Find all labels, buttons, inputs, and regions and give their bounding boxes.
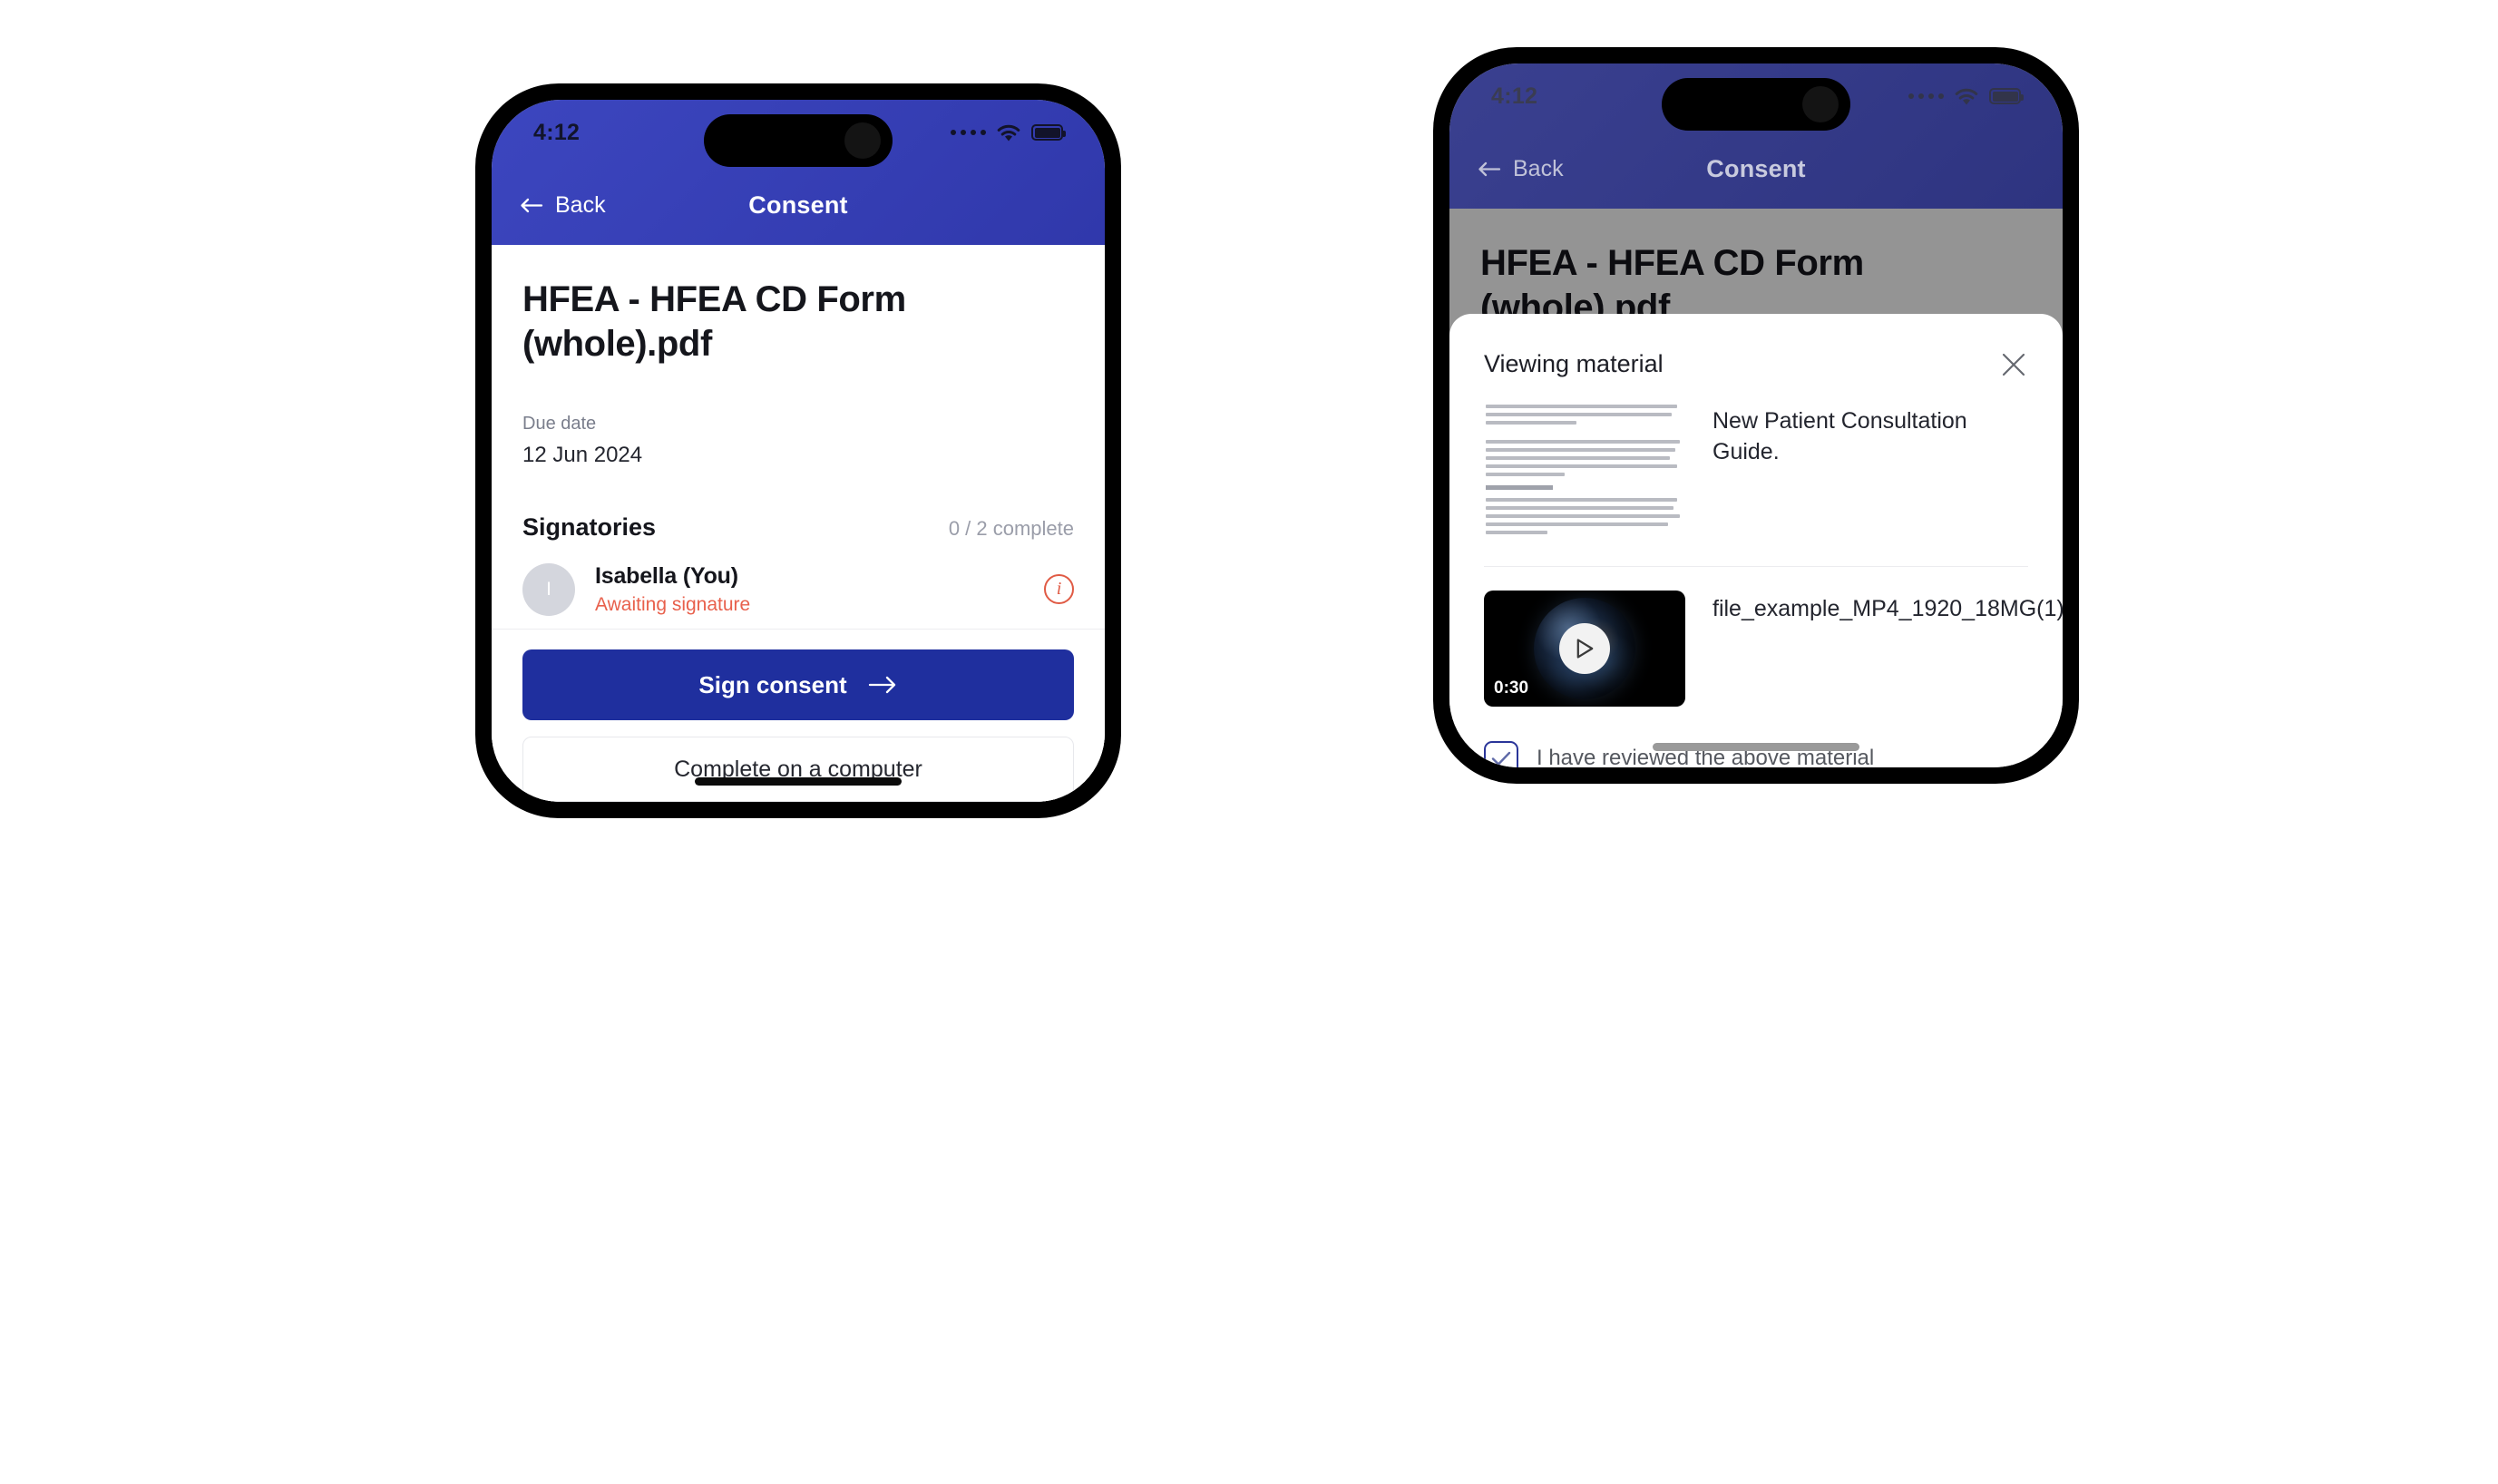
signal-dots-icon — [951, 130, 986, 135]
page-title: Consent — [748, 190, 848, 219]
back-button-label: Back — [555, 191, 606, 218]
home-indicator — [1653, 743, 1859, 751]
nav-bar: Back Consent — [492, 165, 1105, 245]
camera-lens-icon — [1802, 86, 1839, 122]
nav-header: 4:12 Back Consent — [492, 100, 1105, 245]
video-duration: 0:30 — [1494, 679, 1529, 698]
list-item[interactable]: New Patient Consultation Guide. — [1484, 379, 2028, 566]
phone-right-screen: 4:12 Back Consent HFEA - HFEA CD Form (w… — [1449, 63, 2063, 767]
list-item[interactable]: 0:30 file_example_MP4_1920_18MG(1).mp4 — [1484, 566, 2063, 728]
sign-consent-button[interactable]: Sign consent — [522, 649, 1074, 720]
avatar: I — [522, 562, 575, 616]
wifi-icon — [997, 124, 1020, 141]
review-checkbox[interactable] — [1484, 741, 1518, 767]
phone-left-screen: 4:12 Back Consent HFEA - HFEA CD Form (w… — [492, 100, 1105, 802]
dynamic-island — [704, 114, 893, 167]
due-date-label: Due date — [522, 413, 597, 434]
status-icons — [1908, 87, 2024, 106]
signatories-progress: 0 / 2 complete — [948, 516, 1074, 540]
info-circle-icon[interactable]: i — [1044, 574, 1074, 605]
lorem-lines — [1486, 405, 1683, 544]
status-icons — [951, 123, 1066, 142]
document-title: HFEA - HFEA CD Form (whole).pdf — [522, 279, 906, 364]
status-bar: 4:12 — [492, 100, 1105, 167]
material-name: New Patient Consultation Guide. — [1712, 408, 1967, 464]
back-button-label: Back — [1513, 155, 1564, 181]
wifi-icon — [1955, 88, 1978, 104]
checkmark-icon — [1491, 751, 1511, 766]
signal-dots-icon — [1908, 93, 1944, 99]
play-icon[interactable] — [1559, 623, 1610, 674]
due-date-value: 12 Jun 2024 — [522, 442, 643, 467]
camera-lens-icon — [844, 122, 881, 159]
signatory-texts: Isabella (You) Awaiting signature — [595, 563, 1044, 616]
signatory-name: Isabella (You) — [595, 562, 738, 589]
material-name: file_example_MP4_1920_18MG(1).mp4 — [1712, 596, 2063, 621]
document-thumbnail — [1484, 403, 1685, 544]
battery-icon — [1031, 124, 1066, 141]
phone-right: 4:12 Back Consent HFEA - HFEA CD Form (w… — [1433, 47, 2079, 784]
dynamic-island — [1662, 78, 1850, 131]
status-badge: Awaiting signature — [595, 593, 751, 615]
back-button[interactable]: Back — [1477, 156, 1564, 182]
close-icon[interactable] — [1999, 350, 2028, 379]
status-clock: 4:12 — [1491, 83, 1538, 109]
nav-bar: Back Consent — [1449, 129, 2063, 209]
arrow-left-icon — [521, 198, 543, 212]
arrow-left-icon — [1478, 161, 1501, 176]
page-title: Consent — [1706, 154, 1806, 182]
table-row[interactable]: I Isabella (You) Awaiting signature i — [522, 542, 1074, 636]
signatories-header: Signatories 0 / 2 complete — [522, 513, 1074, 542]
status-clock: 4:12 — [533, 119, 581, 145]
status-bar: 4:12 — [1449, 63, 2063, 131]
footer-actions: Sign consent Complete on a computer — [492, 629, 1105, 802]
modal-header: Viewing material — [1484, 350, 2028, 379]
battery-icon — [1989, 88, 2024, 104]
video-thumbnail-earth[interactable]: 0:30 — [1484, 591, 1685, 707]
play-triangle-icon — [1576, 639, 1593, 659]
screenshot-stage: 4:12 Back Consent HFEA - HFEA CD Form (w… — [0, 0, 2498, 1484]
sign-consent-label: Sign consent — [698, 670, 847, 698]
arrow-right-icon — [868, 676, 895, 694]
nav-header: 4:12 Back Consent — [1449, 63, 2063, 209]
modal-title: Viewing material — [1484, 350, 1664, 377]
back-button[interactable]: Back — [519, 192, 606, 219]
page-content: HFEA - HFEA CD Form (whole).pdf Due date… — [1449, 209, 2063, 767]
phone-left: 4:12 Back Consent HFEA - HFEA CD Form (w… — [475, 83, 1121, 818]
signatories-heading: Signatories — [522, 513, 657, 541]
complete-on-computer-button[interactable]: Complete on a computer — [522, 737, 1074, 802]
home-indicator — [695, 777, 902, 786]
viewing-material-modal: Viewing material New Patient Consultatio… — [1449, 314, 2063, 767]
page-content: HFEA - HFEA CD Form (whole).pdf Due date… — [492, 245, 1105, 802]
